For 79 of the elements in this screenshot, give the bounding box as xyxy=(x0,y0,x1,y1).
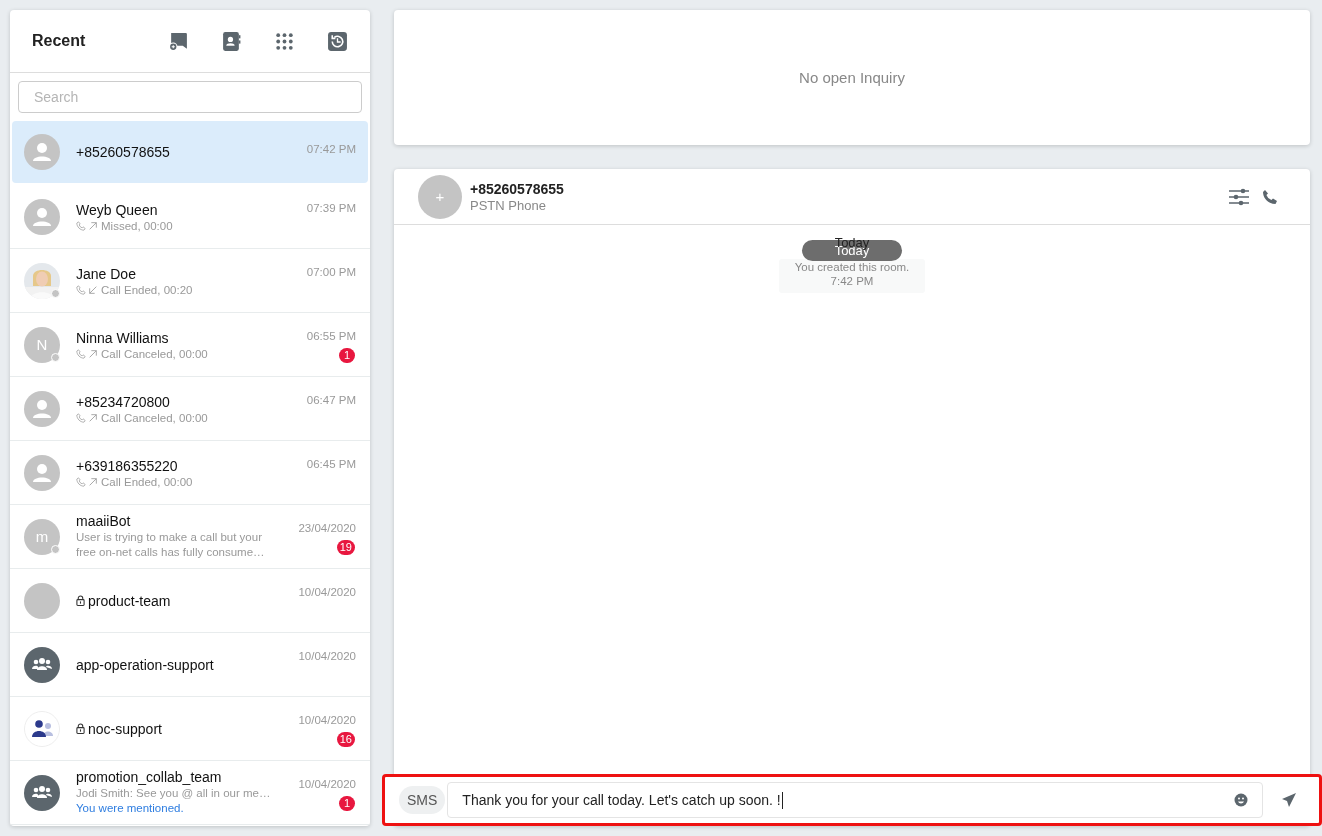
settings-sliders-icon[interactable] xyxy=(1228,186,1250,207)
conversation-name: +639186355220 xyxy=(76,457,178,474)
person-avatar-icon xyxy=(24,454,60,491)
conversation-time: 23/04/2020 xyxy=(298,522,356,534)
conversation-time: 07:42 PM xyxy=(306,143,356,155)
message-field[interactable]: Thank you for your call today. Let's catch up soon. ! xyxy=(447,782,1263,818)
conversation-name: app-operation-support xyxy=(76,656,214,673)
search-field[interactable]: Search xyxy=(18,81,362,113)
conversation-item[interactable]: noc-support 10/04/2020 16 xyxy=(10,697,370,761)
contact-number: +85260578655 xyxy=(470,180,565,197)
conversation-name: product-team xyxy=(88,592,171,609)
conversation-name: +85260578655 xyxy=(76,143,170,160)
call-status: Call Ended, 00:20 xyxy=(101,283,193,296)
conversation-item[interactable]: promotion_collab_team Jodi Smith: See you @ all in our me… You were mentioned. 10/04/2020 1 xyxy=(10,761,370,825)
phone-icon xyxy=(76,220,86,231)
conversation-item[interactable]: +639186355220 Call Ended, 00:00 06:45 PM xyxy=(10,441,370,505)
call-status: Missed, 00:00 xyxy=(101,219,173,232)
group-avatar-icon xyxy=(24,774,60,811)
letter-avatar: m xyxy=(24,518,60,555)
emoji-icon[interactable] xyxy=(1234,793,1248,807)
system-message-time: 7:42 PM xyxy=(830,275,874,287)
blank-avatar xyxy=(24,582,60,619)
call-status: Call Ended, 00:00 xyxy=(101,475,193,488)
person-avatar-icon xyxy=(24,390,60,427)
channel-chip[interactable]: SMS xyxy=(399,786,446,814)
conversation-item[interactable]: product-team 10/04/2020 xyxy=(10,569,370,633)
group-avatar-icon xyxy=(24,646,60,683)
history-icon[interactable] xyxy=(327,30,348,52)
conversation-item[interactable]: Jane Doe Call Ended, 00:20 07:00 PM xyxy=(10,249,370,313)
conversation-time: 06:47 PM xyxy=(306,394,356,406)
system-message-text: You created this room. xyxy=(794,261,910,273)
call-status: Call Canceled, 00:00 xyxy=(101,347,208,360)
conversation-name: +85234720800 xyxy=(76,393,170,410)
conversation-name: noc-support xyxy=(88,720,162,737)
conversation-time: 10/04/2020 xyxy=(298,778,356,790)
contacts-icon[interactable] xyxy=(221,30,242,52)
unread-count: 16 xyxy=(336,732,355,747)
new-chat-icon[interactable] xyxy=(168,30,189,52)
phone-icon xyxy=(76,348,86,359)
conversation-time: 10/04/2020 xyxy=(298,650,356,662)
conversation-name: Jane Doe xyxy=(76,265,136,282)
contact-avatar: + xyxy=(418,174,462,219)
phone-icon xyxy=(76,412,86,423)
unread-count: 19 xyxy=(336,540,355,555)
conversation-name: maaiiBot xyxy=(76,513,131,529)
sidebar-title: Recent xyxy=(32,32,87,50)
conversation-name: promotion_collab_team xyxy=(76,769,222,785)
mention-notice: You were mentioned. xyxy=(76,801,185,816)
conversation-time: 06:45 PM xyxy=(306,458,356,470)
message-text: Thank you for your call today. Let's catch up soon. ! xyxy=(462,792,781,808)
conversation-item[interactable]: Weyb Queen Missed, 00:00 07:39 PM xyxy=(10,185,370,249)
conversation-item[interactable]: m maaiiBot User is trying to make a call but your free on-net calls has fully consume… 23/04/2020 19 xyxy=(10,505,370,569)
dialpad-icon[interactable] xyxy=(274,30,295,52)
unread-count: 1 xyxy=(339,348,355,363)
message-preview: Jodi Smith: See you @ all in our me… xyxy=(76,786,271,801)
conversation-time: 07:00 PM xyxy=(306,266,356,278)
contact-type: PSTN Phone xyxy=(470,197,547,213)
call-icon[interactable] xyxy=(1262,188,1278,205)
conversation-item[interactable]: N Ninna Williams Call Canceled, 00:00 06:55 PM 1 xyxy=(10,313,370,377)
conversation-name: Weyb Queen xyxy=(76,201,158,218)
empty-inquiry-message: No open Inquiry xyxy=(799,69,905,86)
phone-icon xyxy=(76,476,86,487)
conversation-name: Ninna Williams xyxy=(76,329,169,346)
letter-avatar: N xyxy=(24,326,60,363)
message-preview: User is trying to make a call but your free on-net calls has fully consume… xyxy=(76,530,266,560)
phone-icon xyxy=(76,284,86,295)
call-status: Call Canceled, 00:00 xyxy=(101,411,208,424)
person-avatar-icon xyxy=(24,133,60,170)
team-avatar-icon xyxy=(24,710,60,747)
conversation-time: 10/04/2020 xyxy=(298,714,356,726)
conversation-item[interactable]: +85234720800 Call Canceled, 00:00 06:47 PM xyxy=(10,377,370,441)
person-avatar-icon xyxy=(24,198,60,235)
send-icon[interactable] xyxy=(1281,792,1297,808)
conversation-item[interactable]: +85260578655 07:42 PM xyxy=(12,121,368,183)
conversation-time: 06:55 PM xyxy=(306,330,356,342)
conversation-time: 10/04/2020 xyxy=(298,586,356,598)
conversation-item[interactable]: app-operation-support 10/04/2020 xyxy=(10,633,370,697)
unread-count: 1 xyxy=(339,796,355,811)
conversation-time: 07:39 PM xyxy=(306,202,356,214)
